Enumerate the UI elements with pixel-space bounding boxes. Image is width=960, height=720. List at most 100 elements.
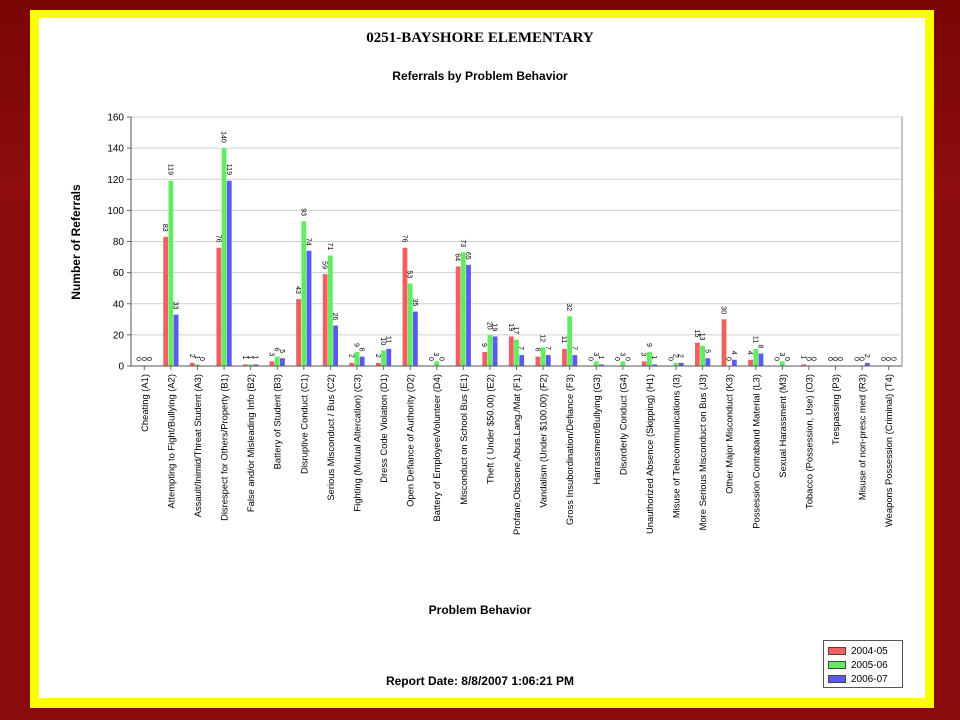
data-label: 4	[730, 351, 737, 355]
x-tick-label: Misuse of non-presc med (R3)	[857, 374, 868, 500]
x-tick-label: Assault/Inimid/Threat Student (A3)	[192, 374, 203, 517]
y-tick-label: 100	[107, 206, 124, 217]
bar	[562, 348, 567, 366]
x-tick-label: Misuse of Telecommunications (I3)	[671, 374, 682, 518]
x-tick-label: Open Defiance of Authority (D2)	[405, 374, 416, 507]
data-label: 93	[299, 208, 306, 216]
data-label: 17	[512, 327, 519, 335]
data-label: 76	[214, 235, 221, 243]
data-label: 2	[374, 354, 381, 358]
x-tick-label: Battery of Employee/Volunteer (D4)	[431, 374, 442, 521]
data-label: 6	[358, 348, 365, 352]
bar	[519, 355, 525, 366]
data-label: 7	[517, 346, 524, 350]
data-label: 59	[321, 261, 328, 269]
data-label: 0	[725, 357, 732, 361]
bar	[216, 247, 222, 366]
data-label: 43	[294, 286, 301, 294]
x-tick-label: Disorderly Conduct (G4)	[617, 374, 628, 475]
data-label: 3	[268, 352, 275, 356]
bar	[514, 339, 519, 366]
bar	[487, 334, 493, 366]
bar	[460, 252, 466, 366]
data-label: 73	[459, 239, 466, 247]
bar	[748, 359, 753, 366]
data-label: 2	[863, 354, 870, 358]
bar	[641, 361, 647, 366]
data-label: 7	[544, 346, 551, 350]
bar	[280, 358, 285, 366]
bar	[412, 311, 418, 366]
data-label: 19	[491, 323, 498, 331]
data-label: 0	[427, 357, 434, 361]
data-label: 35	[411, 299, 418, 307]
bar	[173, 314, 179, 366]
data-label: 9	[352, 343, 359, 347]
x-tick-label: Possession Contraband Material (L3)	[750, 374, 761, 529]
data-label: 0	[587, 357, 594, 361]
data-label: 3	[778, 352, 785, 356]
x-tick-label: Tobacco (Possession, Use) (O3)	[803, 374, 814, 509]
x-tick-label: Serious Misconduct / Bus (C2)	[325, 374, 336, 501]
data-label: 26	[331, 313, 338, 321]
data-label: 65	[464, 252, 471, 260]
data-label: 119	[225, 164, 232, 175]
data-label: 0	[198, 357, 205, 361]
x-tick-label: Dress Code Violation (D1)	[378, 374, 389, 483]
data-label: 9	[645, 343, 652, 347]
bar	[296, 299, 302, 366]
y-tick-label: 80	[113, 237, 125, 248]
data-label: 1	[251, 355, 258, 359]
bar	[695, 342, 700, 366]
x-tick-label: Unauthorized Absence (Skipping) (H1)	[644, 374, 655, 534]
x-tick-label: Harrassment/Bullying (G3)	[591, 374, 602, 484]
data-label: 0	[773, 357, 780, 361]
x-tick-label: Disrespect for Others/Property (B1)	[219, 374, 230, 521]
data-label: 83	[161, 224, 168, 232]
data-label: 32	[565, 303, 572, 311]
x-tick-label: Misconduct on School Bus (E1)	[458, 374, 469, 505]
bar	[753, 348, 759, 366]
x-tick-label: More Serious Misconduct on Bus (J3)	[697, 374, 708, 530]
bar	[508, 336, 514, 366]
data-label: 64	[454, 253, 461, 261]
data-label: 3	[432, 352, 439, 356]
x-tick-label: Gross Insubordination/Defiance (F3)	[564, 374, 575, 525]
bar	[402, 247, 408, 366]
y-tick-label: 160	[107, 113, 124, 124]
bar	[455, 266, 461, 366]
data-label: 0	[145, 357, 152, 361]
data-label: 6	[533, 348, 540, 352]
x-tick-label: Other Major Misconduct (K3)	[724, 374, 735, 494]
x-tick-label: Cheating (A1)	[139, 374, 150, 432]
data-label: 0	[810, 357, 817, 361]
bar	[620, 361, 626, 366]
data-label: 53	[406, 271, 413, 279]
y-tick-label: 120	[107, 175, 124, 186]
data-label: 0	[613, 357, 620, 361]
bar	[492, 336, 498, 366]
bar	[731, 359, 737, 366]
legend-swatch-2005-06	[828, 661, 846, 669]
data-label: 7	[570, 346, 577, 350]
data-label: 3	[618, 352, 625, 356]
bar	[758, 353, 764, 366]
data-label: 74	[305, 238, 312, 246]
bar	[163, 236, 169, 366]
bar	[386, 348, 392, 366]
bar	[407, 283, 413, 366]
y-tick-label: 0	[118, 362, 124, 373]
bar	[269, 361, 275, 366]
data-label: 0	[783, 357, 790, 361]
bar	[274, 356, 280, 366]
x-tick-label: Sexual Harassment (M3)	[777, 374, 788, 478]
bar	[466, 264, 471, 366]
x-tick-label: Profane,Obscene,Abus.Lang./Mat (F1)	[511, 374, 522, 535]
data-label: 4	[746, 351, 753, 355]
bar	[434, 361, 440, 366]
data-label: 71	[326, 243, 333, 251]
y-tick-label: 20	[113, 330, 125, 341]
x-tick-label: Trespassing (P3)	[830, 374, 841, 445]
data-label: 9	[480, 343, 487, 347]
x-tick-label: Disruptive Conduct (C1)	[298, 374, 309, 474]
